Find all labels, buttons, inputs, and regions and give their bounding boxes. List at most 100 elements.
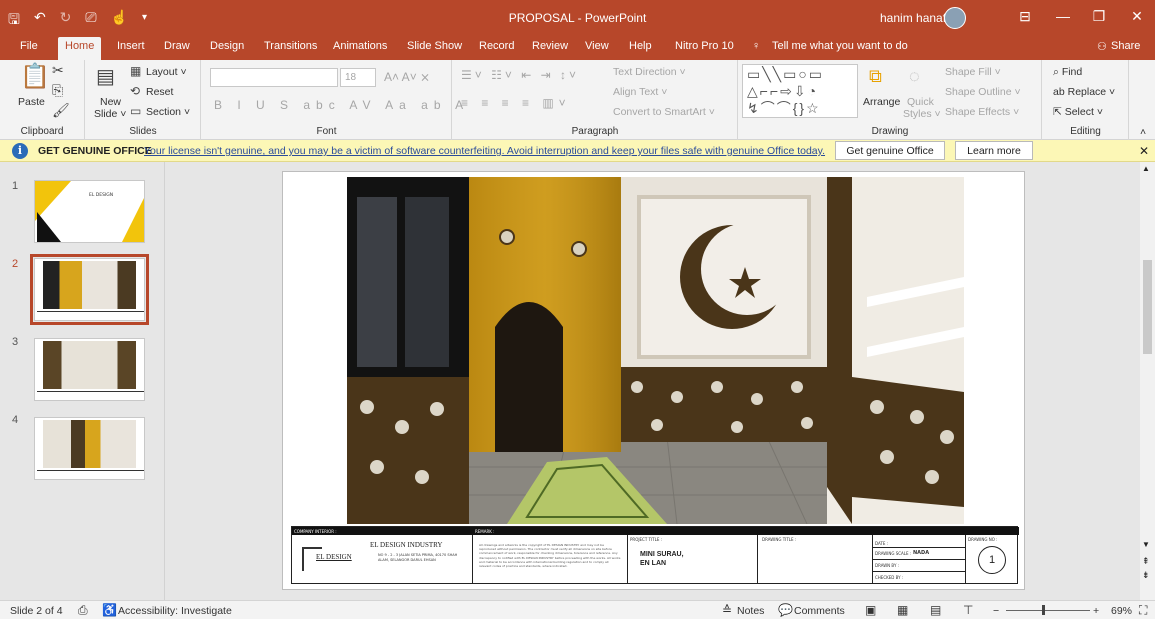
normal-view-icon[interactable]: ▣	[865, 603, 876, 617]
tab-view[interactable]: View	[585, 40, 609, 52]
slideshow-icon[interactable]: ⊤	[963, 603, 973, 617]
shape-outline-button[interactable]: Shape Outline ˅	[945, 86, 1021, 98]
tell-me-search[interactable]: Tell me what you want to do	[772, 40, 908, 52]
message-link[interactable]: Your license isn't genuine, and you may …	[144, 145, 825, 157]
convert-smartart-button[interactable]: Convert to SmartArt ˅	[613, 106, 715, 118]
drawing-number: 1	[978, 546, 1006, 574]
ribbon-tabs: File Home Insert Draw Design Transitions…	[0, 36, 1155, 60]
tab-animations[interactable]: Animations	[333, 40, 387, 52]
thumbnail-slide-3[interactable]	[34, 338, 145, 401]
shape-effects-button[interactable]: Shape Effects ˅	[945, 106, 1019, 118]
previous-slide-icon[interactable]: ⇞	[1142, 556, 1150, 567]
learn-more-button[interactable]: Learn more	[955, 141, 1033, 160]
thumbnail-title-block	[37, 391, 144, 400]
ribbon-display-options-icon[interactable]: ⊟	[1012, 8, 1038, 25]
section-button[interactable]: Section ˅	[146, 106, 190, 118]
font-name-box[interactable]	[210, 68, 338, 87]
tab-slide-show[interactable]: Slide Show	[407, 40, 462, 52]
get-genuine-office-button[interactable]: Get genuine Office	[835, 141, 945, 160]
status-bar: Slide 2 of 4 ⎙ ♿ Accessibility: Investig…	[0, 600, 1155, 619]
zoom-level[interactable]: 69%	[1111, 605, 1132, 617]
align-text-button[interactable]: Align Text ˅	[613, 86, 667, 98]
tab-nitro[interactable]: Nitro Pro 10	[675, 40, 734, 52]
new-slide-button[interactable]: New	[100, 96, 121, 108]
shape-fill-button[interactable]: Shape Fill ˅	[945, 66, 1001, 78]
zoom-slider-thumb[interactable]	[1042, 605, 1045, 615]
paste-icon[interactable]: 📋	[20, 62, 50, 91]
thumbnail-slide-1[interactable]: EL DESIGN	[34, 180, 145, 243]
close-button[interactable]: ✕	[1124, 8, 1150, 25]
replace-icon: ab	[1053, 86, 1068, 98]
layout-button[interactable]: Layout ˅	[146, 66, 187, 78]
date-label: DATE :	[875, 541, 889, 546]
thumbnail-slide-2[interactable]	[30, 254, 149, 325]
comments-button[interactable]: Comments	[794, 605, 845, 617]
zoom-slider[interactable]	[1006, 610, 1090, 611]
new-slide-icon[interactable]: ▤	[96, 64, 115, 89]
next-slide-icon[interactable]: ⇟	[1142, 570, 1150, 581]
scroll-down-icon[interactable]: ▼	[1142, 540, 1150, 549]
replace-button[interactable]: ab Replace ˅	[1053, 86, 1115, 98]
paste-button[interactable]: Paste	[18, 96, 45, 108]
select-button[interactable]: ⇱ Select ˅	[1053, 106, 1103, 118]
tab-help[interactable]: Help	[629, 40, 652, 52]
increase-font-icon[interactable]: A˄ A˅ ⨯	[384, 70, 430, 84]
current-slide[interactable]: COMPANY INTERIOR : EL DESIGN INDUSTRY EL…	[282, 171, 1025, 590]
accessibility-icon[interactable]: ♿	[102, 603, 117, 617]
minimize-button[interactable]: —	[1050, 8, 1076, 24]
remark-label: REMARK :	[475, 529, 495, 534]
divider	[873, 571, 966, 572]
tab-draw[interactable]: Draw	[164, 40, 190, 52]
new-slide-dropdown[interactable]: Slide ˅	[94, 108, 126, 120]
info-icon: i	[12, 143, 28, 159]
quick-styles-dropdown[interactable]: Styles ˅	[903, 108, 941, 120]
scroll-up-icon[interactable]: ▲	[1142, 164, 1150, 173]
scroll-thumb[interactable]	[1143, 260, 1152, 354]
select-icon: ⇱	[1053, 106, 1065, 118]
tab-file[interactable]: File	[20, 40, 38, 52]
spelling-check-icon[interactable]: ⎙	[78, 603, 88, 618]
zoom-in-button[interactable]: +	[1093, 605, 1099, 617]
tab-record[interactable]: Record	[479, 40, 514, 52]
text-direction-button[interactable]: Text Direction ˅	[613, 66, 686, 78]
find-button[interactable]: ⌕ Find	[1053, 66, 1082, 79]
shapes-gallery[interactable]: ▭╲╲▭○▭ △⌐⌐⇨⇩◔ ↯⌒⌒{}☆	[742, 64, 858, 118]
project-title-cell: PROJECT TITLE : MINI SURAU, EN LAN	[627, 535, 757, 584]
close-icon[interactable]: ✕	[1139, 144, 1149, 158]
clipboard-group: 📋 Paste ✂ ⎘ 🖌 Clipboard	[0, 60, 85, 140]
font-format-icons[interactable]: B I U S abc AV Aa ab A	[214, 98, 469, 112]
tab-transitions[interactable]: Transitions	[264, 40, 317, 52]
notes-icon[interactable]: ≙	[722, 603, 732, 617]
notes-button[interactable]: Notes	[737, 605, 764, 617]
share-button[interactable]: Share	[1111, 40, 1140, 52]
format-painter-icon[interactable]: 🖌	[52, 102, 70, 119]
align-icons[interactable]: ≡ ≡ ≡ ≡ ▥˅	[461, 96, 571, 110]
share-icon[interactable]: ⚇	[1097, 40, 1107, 53]
fit-slide-icon[interactable]: ⛶	[1139, 603, 1147, 618]
thumbnail-slide-4[interactable]	[34, 417, 145, 480]
arrange-button[interactable]: Arrange	[863, 96, 900, 108]
slide-sorter-icon[interactable]: ▦	[897, 603, 908, 617]
list-icons[interactable]: ☰˅ ☷˅ ⇤ ⇥ ↕˅	[461, 68, 579, 82]
avatar[interactable]	[944, 7, 966, 29]
tab-insert[interactable]: Insert	[117, 40, 145, 52]
vertical-scrollbar[interactable]: ▲ ▼ ⇞ ⇟	[1140, 162, 1155, 600]
cut-icon[interactable]: ✂	[52, 62, 64, 79]
reading-view-icon[interactable]: ▤	[930, 603, 941, 617]
accessibility-status[interactable]: Accessibility: Investigate	[118, 605, 232, 617]
tab-design[interactable]: Design	[210, 40, 244, 52]
collapse-ribbon-icon[interactable]: ˄	[1140, 126, 1146, 138]
thumbnail-render	[43, 261, 136, 309]
tab-review[interactable]: Review	[532, 40, 568, 52]
drawing-number-cell: DRAWING NO : 1	[965, 535, 1019, 584]
restore-button[interactable]: ❐	[1086, 8, 1112, 25]
reset-button[interactable]: Reset	[146, 86, 173, 98]
comments-icon[interactable]: 💬	[778, 603, 793, 617]
drawing-title-cell: DRAWING TITLE :	[757, 535, 872, 584]
quick-styles-button[interactable]: Quick	[907, 96, 934, 108]
zoom-out-button[interactable]: −	[993, 605, 999, 617]
font-size-box[interactable]: 18	[340, 68, 376, 87]
user-name[interactable]: hanim hanaffi	[880, 11, 952, 25]
copy-icon[interactable]: ⎘	[52, 82, 63, 99]
tab-home[interactable]: Home	[58, 37, 102, 60]
